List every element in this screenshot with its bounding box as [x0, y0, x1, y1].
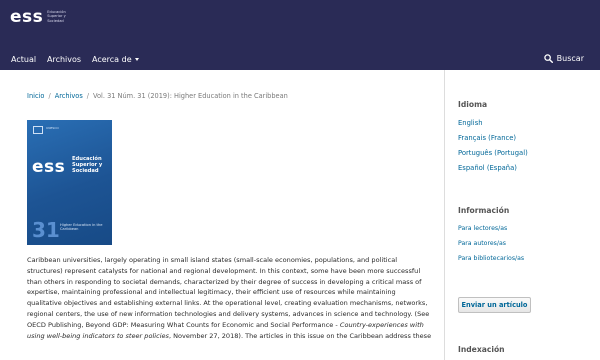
breadcrumb-current: Vol. 31 Núm. 31 (2019): Higher Education… — [93, 92, 288, 100]
breadcrumb-archives-link[interactable]: Archivos — [55, 92, 83, 100]
site-logo[interactable]: ess Educación Superior y Sociedad — [10, 8, 75, 26]
breadcrumb-separator: / — [48, 92, 51, 100]
nav-item-acerca-de-label: Acerca de — [92, 55, 132, 64]
logo-tagline: Educación Superior y Sociedad — [47, 10, 75, 23]
logo-tagline-line: Sociedad — [47, 18, 64, 23]
cover-title: Educación Superior y Sociedad — [72, 156, 103, 174]
description-text: , November 27, 2018). The articles in th… — [168, 331, 432, 340]
info-link-readers[interactable]: Para lectores/as — [458, 225, 507, 232]
nav-item-archivos[interactable]: Archivos — [47, 55, 81, 64]
cover-subtitle: Higher Education in the Caribbean — [60, 223, 103, 232]
language-link-portuguese[interactable]: Português (Portugal) — [458, 149, 528, 157]
info-link-authors[interactable]: Para autores/as — [458, 240, 506, 247]
cover-org: UNESCO — [46, 126, 70, 130]
indexing-heading: Indexación — [458, 345, 505, 354]
sidebar-divider — [444, 70, 445, 360]
search-link[interactable]: Buscar — [543, 54, 584, 63]
nav-item-actual[interactable]: Actual — [11, 55, 36, 64]
info-link-librarians[interactable]: Para bibliotecarios/as — [458, 255, 524, 262]
logo-mark: ess — [10, 7, 44, 27]
language-link-french[interactable]: Français (France) — [458, 134, 516, 142]
cover-mark: ess — [32, 157, 66, 177]
description-text: Caribbean universities, largely operatin… — [27, 256, 430, 329]
nav-item-acerca-de[interactable]: Acerca de — [92, 55, 139, 64]
cover-number: 31 — [32, 218, 60, 242]
breadcrumb: Inicio / Archivos / Vol. 31 Núm. 31 (2019): … — [27, 92, 288, 100]
language-link-english[interactable]: English — [458, 119, 483, 127]
issue-cover-image[interactable]: UNESCO ess Educación Superior y Sociedad… — [27, 120, 112, 245]
breadcrumb-separator: / — [86, 92, 90, 100]
breadcrumb-home-link[interactable]: Inicio — [27, 92, 44, 100]
chevron-down-icon — [134, 58, 139, 61]
language-link-spanish[interactable]: Español (España) — [458, 164, 517, 172]
submit-article-button[interactable]: Enviar un artículo — [458, 297, 531, 313]
main-nav: Actual Archivos Acerca de Buscar — [0, 48, 600, 70]
issue-description: Caribbean universities, largely operatin… — [27, 255, 432, 341]
unesco-emblem-icon — [33, 126, 43, 134]
search-icon — [543, 54, 553, 63]
information-heading: Información — [458, 206, 510, 215]
cover-org-name: UNESCO — [46, 126, 59, 130]
search-label: Buscar — [556, 54, 584, 63]
language-heading: Idioma — [458, 100, 488, 109]
